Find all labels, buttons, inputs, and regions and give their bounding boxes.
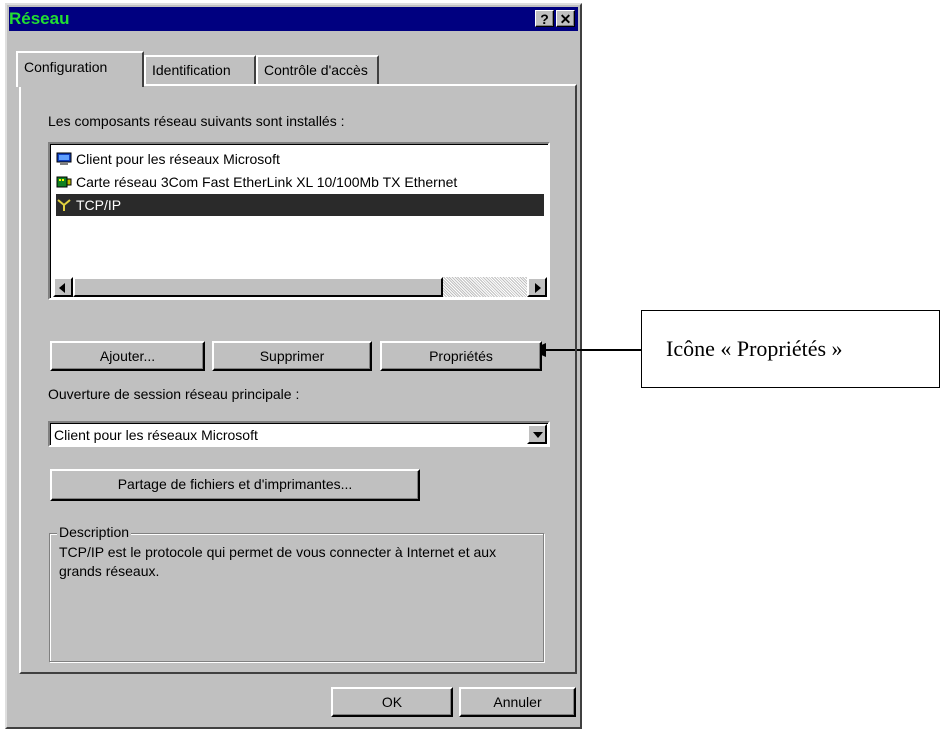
tab-identification[interactable]: Identification [144, 55, 256, 85]
tab-configuration[interactable]: Configuration [16, 51, 144, 87]
arrow-right-icon [535, 283, 541, 293]
protocol-icon [56, 196, 72, 211]
scroll-right-button[interactable] [527, 277, 547, 297]
title-bar[interactable]: Réseau ? ✕ [9, 7, 578, 31]
chevron-down-icon [533, 432, 543, 438]
description-text: TCP/IP est le protocole qui permet de vo… [59, 544, 497, 579]
cancel-button[interactable]: Annuler [459, 687, 576, 717]
tab-access-control[interactable]: Contrôle d'accès [256, 55, 379, 85]
logon-select[interactable]: Client pour les réseaux Microsoft [48, 421, 550, 447]
description-legend: Description [57, 524, 132, 540]
dropdown-button[interactable] [527, 424, 547, 444]
components-list[interactable]: Client pour les réseaux Microsoft Carte … [48, 142, 550, 300]
add-button[interactable]: Ajouter... [50, 341, 205, 371]
list-item[interactable]: Carte réseau 3Com Fast EtherLink XL 10/1… [56, 171, 544, 193]
properties-button[interactable]: Propriétés [380, 341, 542, 371]
scroll-left-button[interactable] [53, 277, 73, 297]
help-button[interactable]: ? [535, 10, 554, 27]
logon-select-value: Client pour les réseaux Microsoft [54, 427, 258, 443]
list-item[interactable]: Client pour les réseaux Microsoft [56, 148, 544, 170]
scroll-thumb[interactable] [73, 277, 443, 297]
logon-label: Ouverture de session réseau principale : [48, 386, 300, 402]
ok-button[interactable]: OK [331, 687, 453, 717]
remove-button[interactable]: Supprimer [212, 341, 372, 371]
close-button[interactable]: ✕ [556, 10, 575, 27]
window-title: Réseau [9, 9, 70, 28]
tab-access-control-label: Contrôle d'accès [264, 62, 368, 78]
tab-configuration-label: Configuration [24, 59, 108, 75]
network-dialog: Réseau ? ✕ Configuration Identification … [5, 3, 582, 729]
list-item-label: TCP/IP [76, 197, 122, 213]
list-item-label: Carte réseau 3Com Fast EtherLink XL 10/1… [76, 174, 458, 190]
arrow-left-icon [59, 283, 65, 293]
scroll-track[interactable] [443, 277, 527, 297]
close-icon: ✕ [559, 11, 572, 27]
network-card-icon [56, 173, 72, 188]
list-item-selected[interactable]: TCP/IP [56, 194, 544, 216]
file-sharing-button[interactable]: Partage de fichiers et d'imprimantes... [50, 469, 420, 501]
properties-callout: Icône « Propriétés » [641, 310, 940, 388]
components-label: Les composants réseau suivants sont inst… [48, 113, 345, 129]
computer-icon [56, 150, 72, 165]
horizontal-scrollbar[interactable] [53, 277, 547, 297]
tab-identification-label: Identification [152, 62, 231, 78]
list-item-label: Client pour les réseaux Microsoft [76, 151, 280, 167]
